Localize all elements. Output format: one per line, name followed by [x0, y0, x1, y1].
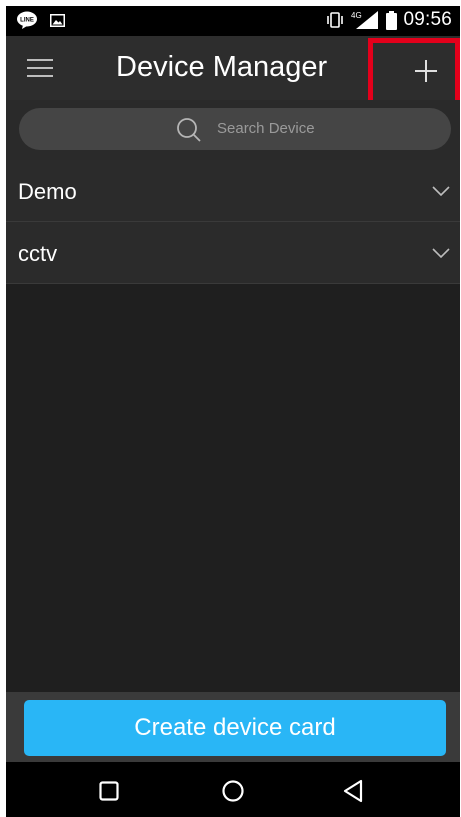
recents-square-icon — [99, 781, 119, 801]
search-bar-container: Search Device — [6, 100, 460, 160]
line-app-icon: LINE — [17, 11, 37, 29]
page-title: Device Manager — [116, 51, 328, 83]
device-group-demo[interactable]: Demo — [6, 160, 460, 222]
vibrate-icon — [327, 12, 344, 28]
svg-text:4G: 4G — [351, 11, 362, 20]
group-label: Demo — [18, 179, 77, 204]
chevron-down-icon — [432, 186, 450, 196]
phone-screen: LINE 4G 09:56 Device Manager Search Devi… — [6, 6, 460, 817]
app-bar: Device Manager — [6, 36, 460, 106]
home-button[interactable] — [213, 776, 253, 806]
chevron-down-icon — [432, 248, 450, 258]
bottom-action-panel: Create device card — [6, 692, 460, 762]
svg-text:LINE: LINE — [20, 18, 34, 24]
back-button[interactable] — [333, 776, 373, 806]
back-triangle-icon — [343, 779, 363, 803]
search-input[interactable]: Search Device — [19, 108, 451, 150]
status-bar: LINE 4G 09:56 — [6, 6, 460, 36]
device-group-list: Demo cctv — [6, 160, 460, 284]
search-icon — [177, 118, 201, 142]
recents-button[interactable] — [89, 776, 129, 806]
create-device-card-button[interactable]: Create device card — [24, 700, 446, 756]
status-notifications: LINE — [16, 11, 65, 29]
signal-icon: 4G — [351, 11, 379, 29]
search-placeholder: Search Device — [217, 120, 315, 137]
group-label: cctv — [18, 241, 58, 266]
status-indicators: 4G 09:56 — [326, 9, 452, 31]
hamburger-menu-icon — [27, 59, 53, 61]
device-group-cctv[interactable]: cctv — [6, 222, 460, 284]
plus-icon — [415, 60, 437, 82]
menu-button[interactable] — [16, 46, 64, 90]
system-nav-bar — [6, 762, 460, 817]
gallery-icon — [50, 13, 65, 27]
battery-icon — [386, 10, 398, 30]
home-circle-icon — [222, 780, 244, 802]
add-device-button[interactable] — [368, 38, 460, 106]
status-time: 09:56 — [403, 9, 452, 30]
